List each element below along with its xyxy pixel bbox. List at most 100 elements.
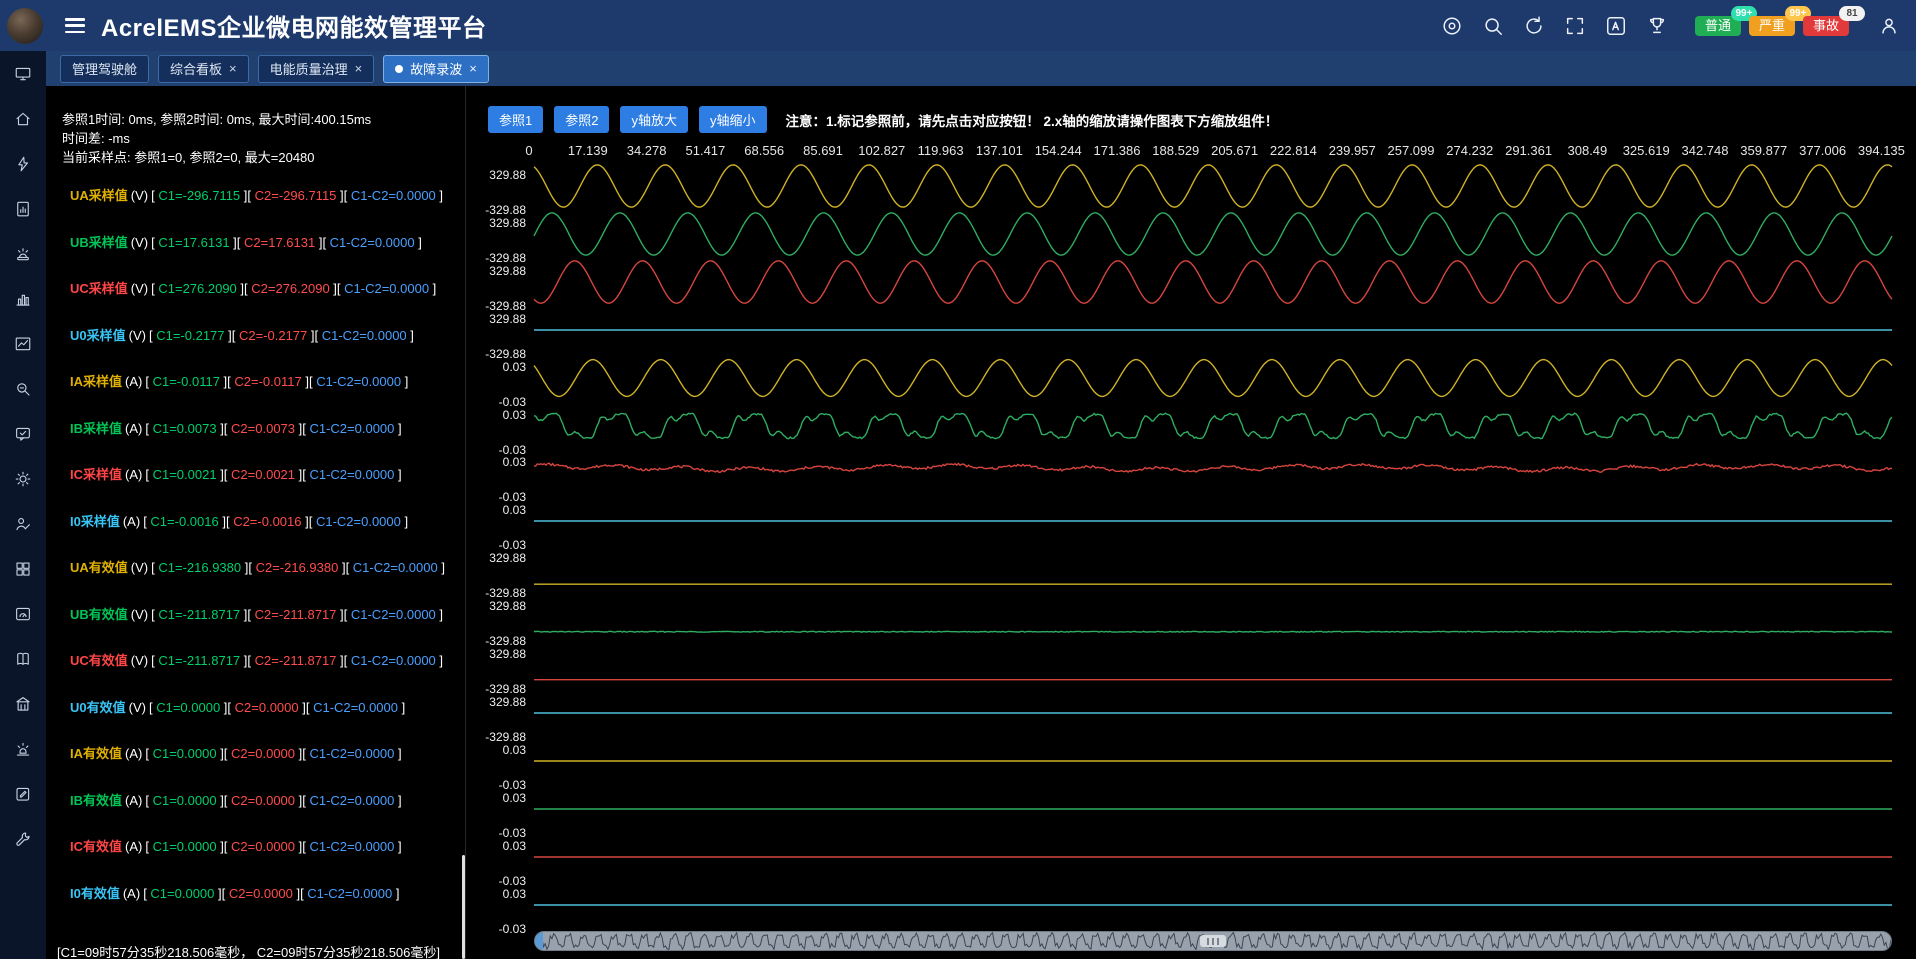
hamburger-icon[interactable] xyxy=(65,18,85,33)
alarm-accident-button[interactable]: 事故81 xyxy=(1803,16,1849,36)
info-line-1: 参照1时间: 0ms, 参照2时间: 0ms, 最大时间:400.15ms xyxy=(62,110,371,129)
sidebar-item-bolt-icon[interactable] xyxy=(14,155,32,173)
waveform-ic-sample xyxy=(534,450,1892,496)
bracket: ] xyxy=(394,793,401,808)
fullscreen-icon[interactable] xyxy=(1564,15,1586,37)
panel-scrollbar[interactable] xyxy=(462,855,465,959)
sidebar-item-book-icon[interactable] xyxy=(14,650,32,668)
wave-strip-ib-rms: 0.03-0.03 xyxy=(466,785,1916,833)
c1-value: C1=276.2090 xyxy=(158,281,236,296)
x-axis-label: 274.232 xyxy=(1446,143,1493,158)
alarm-severe-button[interactable]: 严重99+ xyxy=(1749,16,1795,36)
sidebar-item-wrench-icon[interactable] xyxy=(14,830,32,848)
bracket: ][ xyxy=(240,653,254,668)
tab-close-icon[interactable]: × xyxy=(355,61,363,76)
sidebar-item-search-settings-icon[interactable] xyxy=(14,380,32,398)
sidebar-item-siren-icon[interactable] xyxy=(14,245,32,263)
sidebar-item-building-icon[interactable] xyxy=(14,695,32,713)
trophy-icon[interactable] xyxy=(1646,15,1668,37)
ref2-button[interactable]: 参照2 xyxy=(554,106,609,133)
bracket: ][ xyxy=(217,421,231,436)
translate-icon[interactable] xyxy=(1605,15,1627,37)
sidebar-item-home-icon[interactable] xyxy=(14,110,32,128)
tab-management-cockpit[interactable]: 管理驾驶舱 xyxy=(60,55,149,83)
sidebar-item-edit-form-icon[interactable] xyxy=(14,785,32,803)
sidebar-item-file-chart-icon[interactable] xyxy=(14,200,32,218)
channel-row-ib-rms: IB有效值(A)[ C1=0.0000 ][ C2=0.0000 ][ C1-C… xyxy=(70,791,402,811)
refresh-icon[interactable] xyxy=(1523,15,1545,37)
tab-power-quality[interactable]: 电能质量治理× xyxy=(258,55,375,83)
bracket: ] xyxy=(394,421,401,436)
channel-label: IA采样值 xyxy=(70,374,122,389)
x-axis-label: 68.556 xyxy=(744,143,784,158)
bracket: ][ xyxy=(220,700,234,715)
sidebar-item-check-message-icon[interactable] xyxy=(14,425,32,443)
c1-value: C1=0.0000 xyxy=(153,793,217,808)
tab-fault-recording[interactable]: 故障录波× xyxy=(383,55,489,83)
sidebar-item-bar-chart-icon[interactable] xyxy=(14,290,32,308)
wave-strip-i0-sample: 0.03-0.03 xyxy=(466,497,1916,545)
measurement-panel: 参照1时间: 0ms, 参照2时间: 0ms, 最大时间:400.15ms时间差… xyxy=(46,86,466,959)
target-icon[interactable] xyxy=(1441,15,1463,37)
bracket: ] xyxy=(436,188,443,203)
channel-unit: (A) xyxy=(125,839,142,854)
x-axis-label: 51.417 xyxy=(686,143,726,158)
bracket: ][ xyxy=(315,235,329,250)
channel-row-i0-rms: I0有效值(A)[ C1=0.0000 ][ C2=0.0000 ][ C1-C… xyxy=(70,884,399,904)
alarm-normal-button[interactable]: 普通99+ xyxy=(1695,16,1741,36)
x-axis-label: 171.386 xyxy=(1094,143,1141,158)
c1-value: C1=-211.8717 xyxy=(158,653,240,668)
bracket: ][ xyxy=(217,746,231,761)
sidebar-item-meter-icon[interactable] xyxy=(14,605,32,623)
bracket: ][ xyxy=(217,839,231,854)
y-max-label: 329.88 xyxy=(466,600,526,612)
channel-label: I0采样值 xyxy=(70,514,120,529)
ref1-button[interactable]: 参照1 xyxy=(488,106,543,133)
bracket: ] xyxy=(436,653,443,668)
c2-value: C2=0.0073 xyxy=(231,421,295,436)
x-axis-label: 342.748 xyxy=(1682,143,1729,158)
user-icon[interactable] xyxy=(1878,15,1900,37)
diff-value: C1-C2=0.0000 xyxy=(330,235,415,250)
c2-value: C2=0.0021 xyxy=(231,467,295,482)
sidebar-item-user-edit-icon[interactable] xyxy=(14,515,32,533)
y-max-label: 329.88 xyxy=(466,552,526,564)
avatar[interactable] xyxy=(7,8,43,44)
sidebar-item-grid-icon[interactable] xyxy=(14,560,32,578)
diff-value: C1-C2=0.0000 xyxy=(313,700,398,715)
c2-value: C2=0.0000 xyxy=(231,839,295,854)
channel-unit: (A) xyxy=(125,421,142,436)
c2-value: C2=-0.2177 xyxy=(239,328,307,343)
tab-overview-board[interactable]: 综合看板× xyxy=(158,55,249,83)
tab-close-icon[interactable]: × xyxy=(229,61,237,76)
y-zoom-in-button[interactable]: y轴放大 xyxy=(620,106,688,133)
x-axis-label: 205.671 xyxy=(1211,143,1258,158)
channel-label: IB有效值 xyxy=(70,793,122,808)
channel-unit: (V) xyxy=(131,281,148,296)
channel-row-ic-sample: IC采样值(A)[ C1=0.0021 ][ C2=0.0021 ][ C1-C… xyxy=(70,465,402,485)
bracket: ] xyxy=(392,886,399,901)
x-axis-label: 188.529 xyxy=(1152,143,1199,158)
sidebar-item-alarm-light-icon[interactable] xyxy=(14,740,32,758)
search-icon[interactable] xyxy=(1482,15,1504,37)
channel-label: UC采样值 xyxy=(70,281,128,296)
sidebar-item-trend-chart-icon[interactable] xyxy=(14,335,32,353)
y-zoom-out-button[interactable]: y轴缩小 xyxy=(699,106,767,133)
c1-value: C1=-0.0016 xyxy=(150,514,218,529)
c2-value: C2=0.0000 xyxy=(229,886,293,901)
slider-left-handle[interactable] xyxy=(535,932,543,950)
diff-value: C1-C2=0.0000 xyxy=(351,653,436,668)
tab-close-icon[interactable]: × xyxy=(469,61,477,76)
y-max-label: 0.03 xyxy=(466,888,526,900)
channel-row-ia-rms: IA有效值(A)[ C1=0.0000 ][ C2=0.0000 ][ C1-C… xyxy=(70,744,402,764)
bracket: ][ xyxy=(338,560,352,575)
slider-grip[interactable] xyxy=(1200,935,1226,947)
channel-label: IA有效值 xyxy=(70,746,122,761)
wave-strip-ua-rms: 329.88-329.88 xyxy=(466,545,1916,593)
x-zoom-slider[interactable] xyxy=(534,931,1892,951)
channel-row-ia-sample: IA采样值(A)[ C1=-0.0117 ][ C2=-0.0117 ][ C1… xyxy=(70,372,408,392)
sidebar-item-monitor-icon[interactable] xyxy=(14,65,32,83)
x-axis-label: 239.957 xyxy=(1329,143,1376,158)
bracket: ][ xyxy=(302,514,316,529)
sidebar-item-brightness-icon[interactable] xyxy=(14,470,32,488)
